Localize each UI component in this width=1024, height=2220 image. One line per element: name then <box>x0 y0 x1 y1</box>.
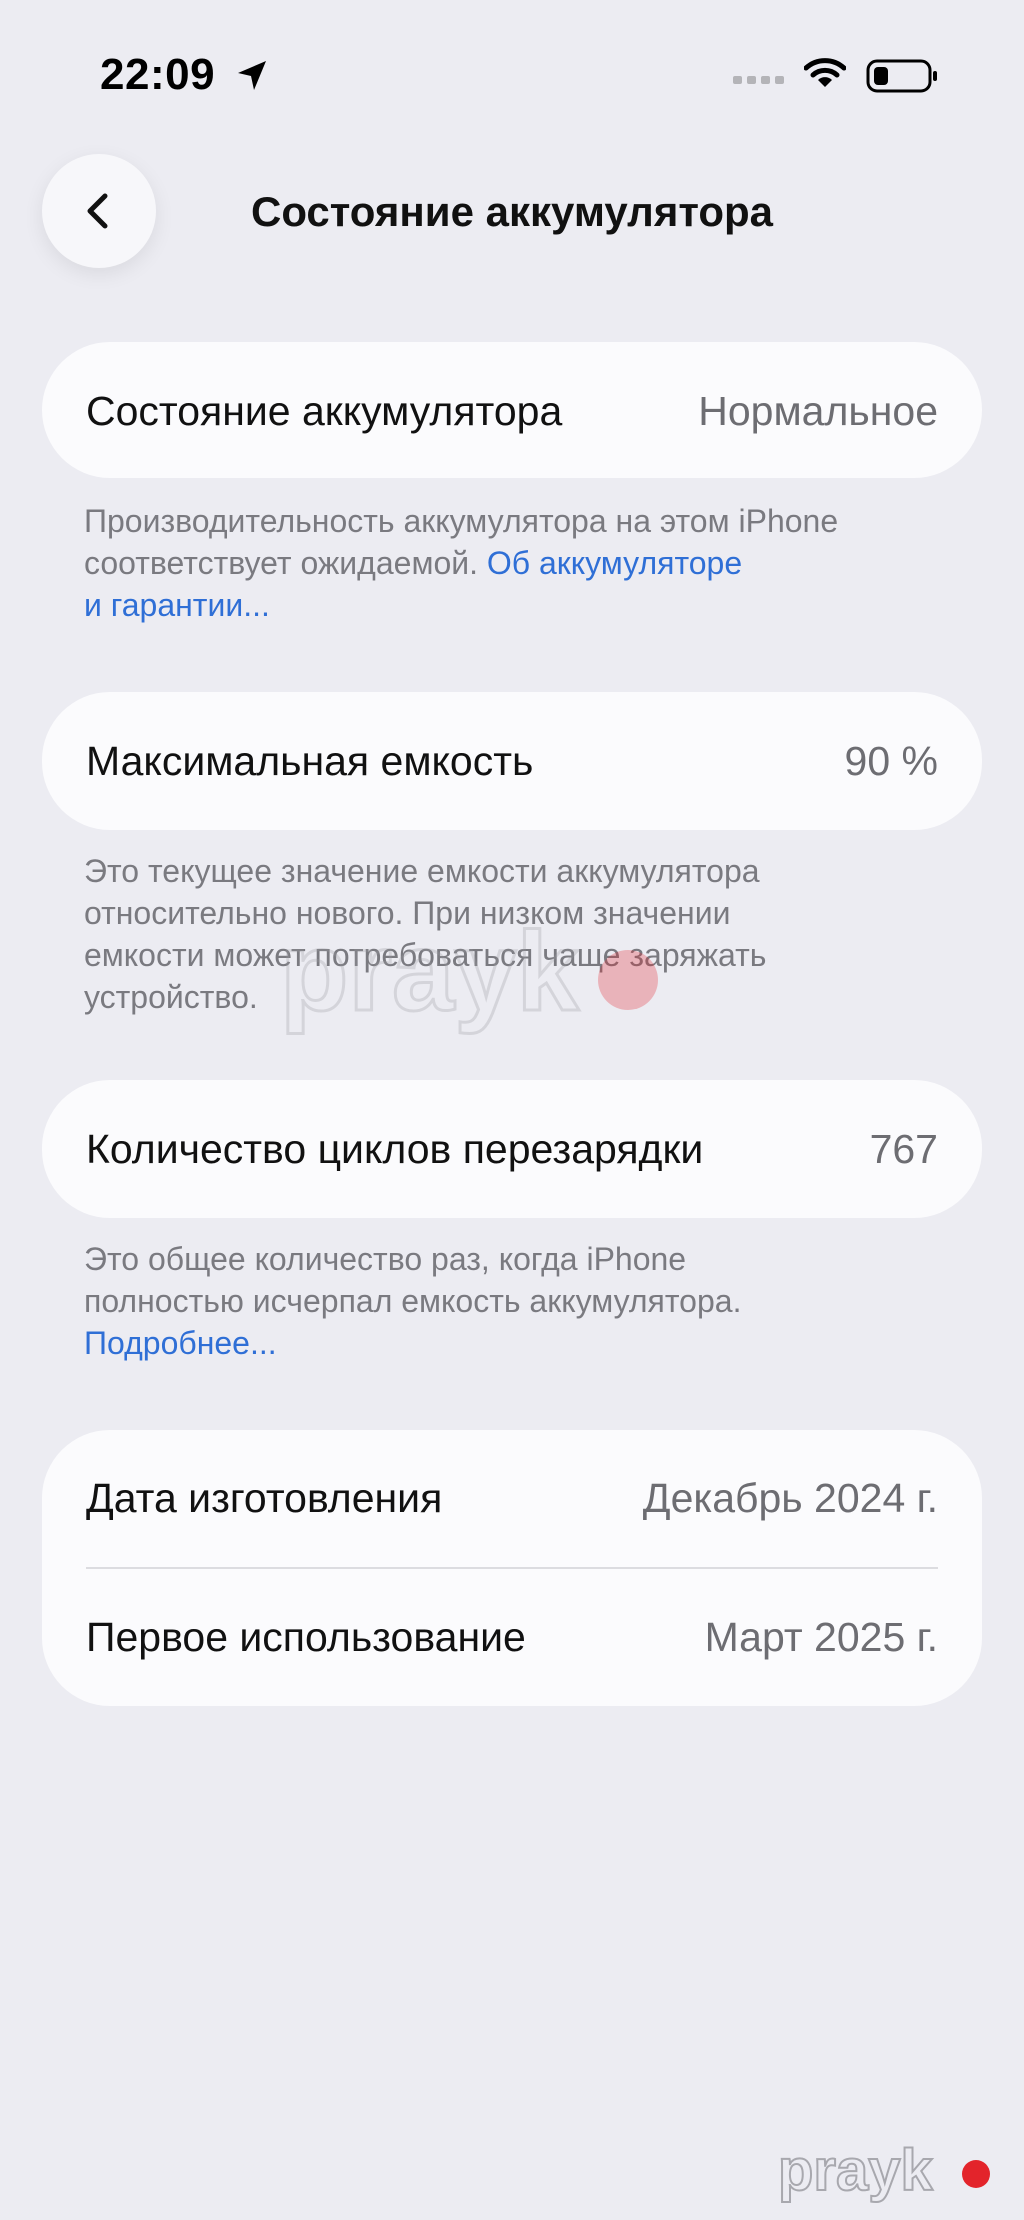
chevron-left-icon <box>87 193 108 229</box>
max-capacity-label: Максимальная емкость <box>86 737 534 784</box>
max-capacity-value: 90 % <box>844 737 938 784</box>
cycle-count-note-line2: полностью исчерпал емкость аккумулятора. <box>84 1283 742 1319</box>
cycle-count-more-link[interactable]: Подробнее... <box>84 1325 277 1361</box>
max-capacity-row: Максимальная емкость 90 % <box>42 692 982 830</box>
watermark-text: prayk <box>280 918 580 1034</box>
status-time: 22:09 <box>100 50 216 99</box>
battery-health-card: Состояние аккумулятора Нормальное <box>42 342 982 478</box>
battery-health-note-line1: Производительность аккумулятора на этом … <box>84 503 839 539</box>
battery-warranty-link-part1[interactable]: Об аккумуляторе <box>487 545 742 581</box>
wifi-icon <box>804 58 846 87</box>
cellular-signal-icon <box>733 76 784 84</box>
battery-health-note: Производительность аккумулятора на этом … <box>84 500 964 626</box>
watermark-corner-text: prayk <box>778 2140 934 2203</box>
max-capacity-note-line4: устройство. <box>84 979 258 1015</box>
back-button[interactable] <box>42 154 156 268</box>
cycle-count-note-line1: Это общее количество раз, когда iPhone <box>84 1241 687 1277</box>
battery-health-label: Состояние аккумулятора <box>86 387 563 434</box>
watermark-corner-logo: prayk <box>778 2140 990 2204</box>
cycle-count-note: Это общее количество раз, когда iPhone п… <box>84 1238 964 1364</box>
dates-card: Дата изготовления Декабрь 2024 г. Первое… <box>42 1430 982 1706</box>
first-use-label: Первое использование <box>86 1614 526 1660</box>
cycle-count-card: Количество циклов перезарядки 767 <box>42 1080 982 1218</box>
manufacture-date-row: Дата изготовления Декабрь 2024 г. <box>42 1430 982 1567</box>
watermark-dot <box>598 950 658 1010</box>
manufacture-date-value: Декабрь 2024 г. <box>642 1475 938 1521</box>
watermark-logo: prayk <box>280 918 658 1036</box>
battery-health-note-line2: соответствует ожидаемой. <box>84 545 478 581</box>
cycle-count-value: 767 <box>869 1125 938 1172</box>
page-title: Состояние аккумулятора <box>250 188 774 235</box>
cycle-count-row: Количество циклов перезарядки 767 <box>42 1080 982 1218</box>
battery-warranty-link-part2[interactable]: и гарантии... <box>84 587 270 623</box>
battery-health-value: Нормальное <box>698 387 938 434</box>
location-arrow-icon <box>238 61 266 90</box>
max-capacity-card: Максимальная емкость 90 % <box>42 692 982 830</box>
battery-low-icon <box>866 59 937 93</box>
watermark-corner-dot <box>962 2160 990 2188</box>
first-use-value: Март 2025 г. <box>704 1614 938 1660</box>
status-bar: 22:09 <box>0 50 1024 106</box>
first-use-row: Первое использование Март 2025 г. <box>42 1569 982 1706</box>
max-capacity-note-line1: Это текущее значение емкости аккумулятор… <box>84 853 760 889</box>
cycle-count-label: Количество циклов перезарядки <box>86 1125 704 1172</box>
manufacture-date-label: Дата изготовления <box>86 1475 443 1521</box>
battery-health-row: Состояние аккумулятора Нормальное <box>42 342 982 480</box>
